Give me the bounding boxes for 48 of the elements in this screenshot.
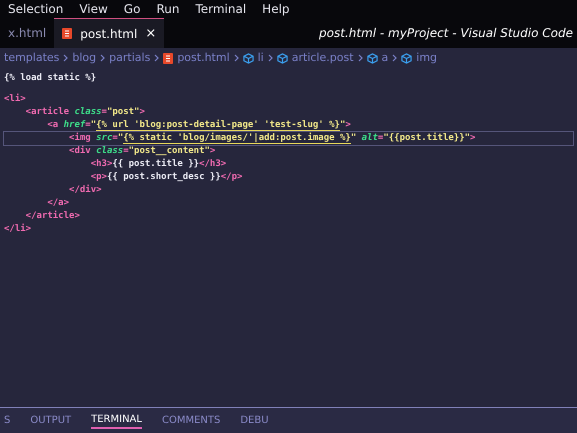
- breadcrumb-item[interactable]: post.html: [177, 50, 230, 66]
- window-title: post.html - myProject - Visual Studio Code: [319, 25, 574, 42]
- editor-tab[interactable]: post.html ×: [54, 18, 164, 48]
- html-file-icon: [62, 28, 72, 39]
- chevron-icon: [154, 54, 160, 62]
- menu-item[interactable]: Run: [156, 0, 180, 18]
- menu-item[interactable]: View: [79, 0, 108, 18]
- cube-icon: [242, 52, 254, 64]
- menu-item[interactable]: Help: [262, 0, 290, 18]
- panel-tab[interactable]: OUTPUT: [30, 413, 72, 428]
- breadcrumb-item[interactable]: templates: [4, 50, 60, 66]
- chevron-icon: [358, 54, 363, 62]
- breadcrumb-item[interactable]: img: [416, 50, 438, 66]
- menu-item[interactable]: Go: [124, 0, 140, 18]
- close-icon[interactable]: ×: [145, 24, 156, 44]
- code-line: </div>: [68, 184, 103, 197]
- html-file-icon: [163, 52, 174, 64]
- code-line: <p>{{ post.short_desc }}</p>: [90, 171, 244, 184]
- panel-tab[interactable]: DEBU: [240, 413, 269, 428]
- panel-tab[interactable]: S: [4, 413, 10, 428]
- chevron-icon: [100, 54, 106, 62]
- code-line: <a href="{% url 'blog:post-detail-page' 'test-slug' %}">: [46, 119, 352, 132]
- code-line: <h3>{{ post.title }}</h3>: [90, 158, 228, 171]
- code-line: </li>: [4, 223, 32, 236]
- chevron-icon: [268, 54, 273, 62]
- code-line: <li>: [4, 93, 27, 106]
- chevron-icon: [234, 54, 239, 62]
- code-line: <img src="{% static 'blog/images/'|add:post.image %}" alt="{{post.title}}">: [4, 132, 573, 145]
- menu-item[interactable]: Terminal: [195, 0, 246, 18]
- breadcrumb-item[interactable]: blog: [72, 50, 96, 66]
- panel-tab[interactable]: TERMINAL: [91, 412, 142, 429]
- code-line: <div class="post__content">: [68, 145, 216, 158]
- editor-tab[interactable]: x.html: [0, 18, 54, 48]
- code-line: {% load static %}: [4, 72, 98, 85]
- cube-icon: [401, 52, 412, 64]
- code-line: </article>: [24, 210, 81, 223]
- breadcrumb-item[interactable]: li: [258, 50, 264, 66]
- breadcrumb-item[interactable]: article.post: [292, 50, 354, 66]
- panel-tab[interactable]: COMMENTS: [162, 413, 220, 428]
- code-line: </a>: [46, 197, 70, 210]
- breadcrumb-item[interactable]: partials: [109, 50, 150, 66]
- code-line: <article class="post">: [24, 106, 146, 119]
- cube-icon: [366, 52, 378, 64]
- chevron-icon: [63, 54, 68, 62]
- menu-item[interactable]: Selection: [8, 0, 64, 18]
- chevron-icon: [392, 54, 398, 62]
- breadcrumb-item[interactable]: a: [382, 50, 388, 66]
- cube-icon: [276, 52, 288, 64]
